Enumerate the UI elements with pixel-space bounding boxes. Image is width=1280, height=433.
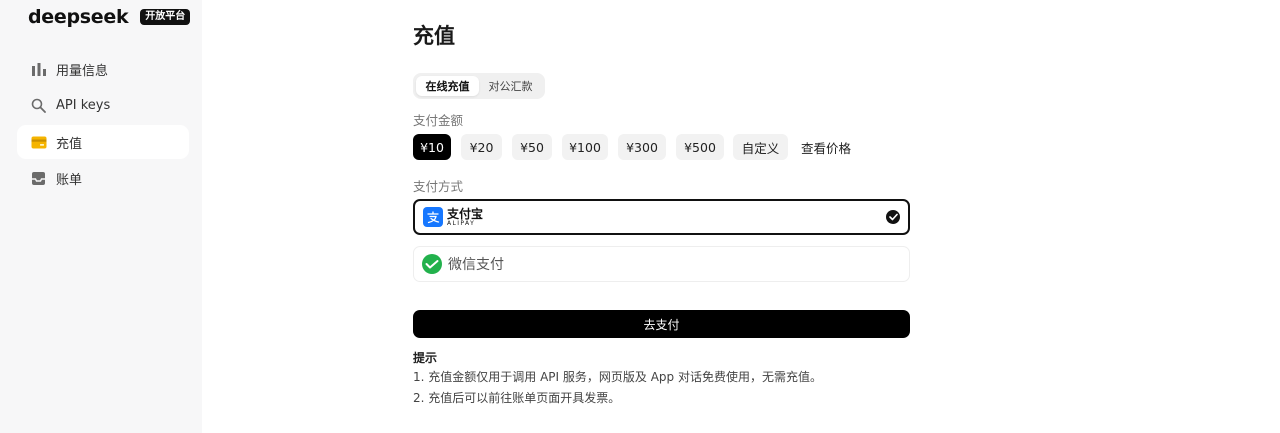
payment-option-wechat[interactable]: 微信支付: [413, 246, 910, 282]
bar-chart-icon: [30, 61, 47, 78]
sidebar-item-recharge[interactable]: 充值: [17, 125, 189, 159]
sidebar-item-label: 账单: [56, 173, 83, 188]
sidebar-item-usage[interactable]: 用量信息: [17, 52, 189, 86]
app-root: deepseek 开放平台 用量信息 API keys 充值 账单 充值 在线充…: [0, 0, 1280, 433]
sidebar-item-label: API keys: [56, 98, 111, 113]
search-icon: [30, 97, 47, 114]
tips-section: 提示 1. 充值金额仅用于调用 API 服务，网页版及 App 对话免费使用，无…: [413, 349, 910, 409]
platform-badge: 开放平台: [140, 9, 191, 25]
amount-label: 支付金额: [413, 113, 464, 128]
check-icon: [886, 210, 900, 224]
view-pricing-link[interactable]: 查看价格: [798, 134, 854, 160]
amount-option-50[interactable]: ¥50: [512, 134, 552, 160]
tab-corporate-transfer[interactable]: 对公汇款: [479, 76, 542, 96]
sidebar-item-label: 用量信息: [56, 63, 109, 79]
tips-title: 提示: [413, 351, 438, 365]
sidebar-item-billing[interactable]: 账单: [17, 162, 189, 196]
recharge-mode-tabs: 在线充值 对公汇款: [413, 73, 545, 99]
brand-logo[interactable]: deepseek 开放平台: [28, 6, 191, 28]
card-icon: [30, 134, 47, 151]
alipay-icon: [423, 207, 443, 227]
wechat-pay-icon: [422, 254, 442, 274]
sidebar: deepseek 开放平台 用量信息 API keys 充值 账单: [0, 0, 202, 433]
alipay-name-cn: 支付宝: [447, 206, 484, 221]
alipay-wordmark: 支付宝 ALIPAY: [447, 208, 483, 227]
sidebar-item-api-keys[interactable]: API keys: [17, 89, 189, 123]
tip-line: 2. 充值后可以前往账单页面开具发票。: [413, 391, 621, 405]
inbox-icon: [30, 170, 47, 187]
amount-option-300[interactable]: ¥300: [618, 134, 666, 160]
amount-option-20[interactable]: ¥20: [461, 134, 502, 160]
payment-method-label: 支付方式: [413, 179, 464, 194]
amount-options: ¥10 ¥20 ¥50 ¥100 ¥300 ¥500 自定义 查看价格: [413, 134, 910, 160]
tab-online-recharge[interactable]: 在线充值: [416, 76, 479, 96]
payment-option-alipay[interactable]: 支付宝 ALIPAY: [413, 199, 910, 235]
pay-button[interactable]: 去支付: [413, 310, 910, 338]
sidebar-nav: 用量信息 API keys 充值 账单: [17, 52, 189, 198]
amount-option-10[interactable]: ¥10: [413, 134, 451, 160]
tip-line: 1. 充值金额仅用于调用 API 服务，网页版及 App 对话免费使用，无需充值…: [413, 370, 822, 384]
amount-option-500[interactable]: ¥500: [676, 134, 724, 160]
amount-option-100[interactable]: ¥100: [562, 134, 608, 160]
wechat-pay-label: 微信支付: [448, 257, 504, 273]
alipay-name-en: ALIPAY: [447, 219, 476, 227]
sidebar-item-label: 充值: [56, 136, 83, 152]
amount-option-custom[interactable]: 自定义: [733, 134, 788, 160]
brand-name: deepseek: [28, 6, 129, 28]
page-title: 充值: [413, 24, 455, 48]
